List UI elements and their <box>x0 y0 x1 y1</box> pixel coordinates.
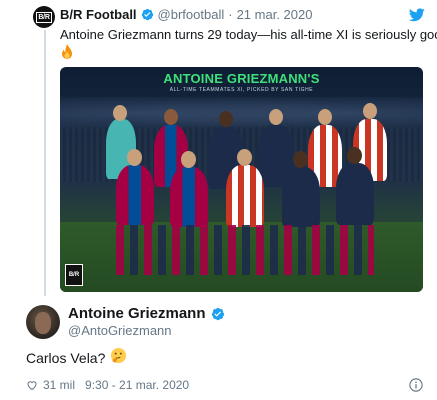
player-head <box>127 149 142 166</box>
author-name[interactable]: B/R Football <box>60 7 137 22</box>
player-head <box>237 149 252 166</box>
player-figure <box>282 167 320 227</box>
player-head <box>113 105 127 121</box>
info-icon[interactable] <box>409 378 423 392</box>
reply-timestamp[interactable]: 9:30 - 21 mar. 2020 <box>85 378 189 392</box>
player-head <box>219 111 233 127</box>
player-figure <box>336 163 374 225</box>
thinking-face-icon <box>110 347 127 364</box>
heart-icon[interactable] <box>26 379 38 391</box>
avatar-text: B/R <box>36 11 52 23</box>
griezmann-avatar[interactable] <box>26 305 60 339</box>
br-football-avatar[interactable]: B/R <box>33 6 55 28</box>
author-handle[interactable]: @brfootball <box>158 7 225 22</box>
verified-badge-icon <box>211 307 224 320</box>
quoted-tweet[interactable]: B/R B/R Football @brfootball · 21 mar. 2… <box>0 0 437 296</box>
player-figure <box>170 167 208 227</box>
player-figure <box>116 165 154 225</box>
reply-footer: 31 mil 9:30 - 21 mar. 2020 <box>26 378 189 392</box>
player-head <box>293 151 308 168</box>
twitter-bird-icon <box>409 8 425 22</box>
reply-text: Carlos Vela? <box>26 350 106 366</box>
media-subtitle: ALL-TIME TEAMMATES XI, PICKED BY SAN TIG… <box>169 87 314 93</box>
player-head <box>363 103 377 119</box>
tweet-media-image[interactable]: ANTOINE GRIEZMANN'S ALL-TIME TEAMMATES X… <box>60 67 423 292</box>
like-count[interactable]: 31 mil <box>43 378 75 392</box>
verified-badge-icon <box>141 8 153 21</box>
quoted-tweet-header: B/R Football @brfootball · 21 mar. 2020 <box>60 7 312 22</box>
player-head <box>318 109 332 125</box>
player-figure <box>226 165 264 227</box>
avatar-face <box>35 312 51 334</box>
player-head <box>164 109 178 125</box>
media-title: ANTOINE GRIEZMANN'S <box>163 71 320 86</box>
reply-author-handle[interactable]: @AntoGriezmann <box>68 323 172 338</box>
player-head <box>269 109 283 125</box>
reply-author-row: Antoine Griezmann <box>68 305 229 322</box>
fire-icon <box>62 44 72 59</box>
tweet-date[interactable]: 21 mar. 2020 <box>237 7 313 22</box>
players-legs <box>116 225 374 275</box>
reply-author-name[interactable]: Antoine Griezmann <box>68 305 206 322</box>
separator-dot: · <box>228 7 233 22</box>
quoted-tweet-text: Antoine Griezmann turns 29 today—his all… <box>60 27 437 42</box>
player-head <box>347 147 362 164</box>
player-head <box>181 151 196 168</box>
thread-line <box>44 30 46 296</box>
br-logo: B/R <box>65 264 83 286</box>
